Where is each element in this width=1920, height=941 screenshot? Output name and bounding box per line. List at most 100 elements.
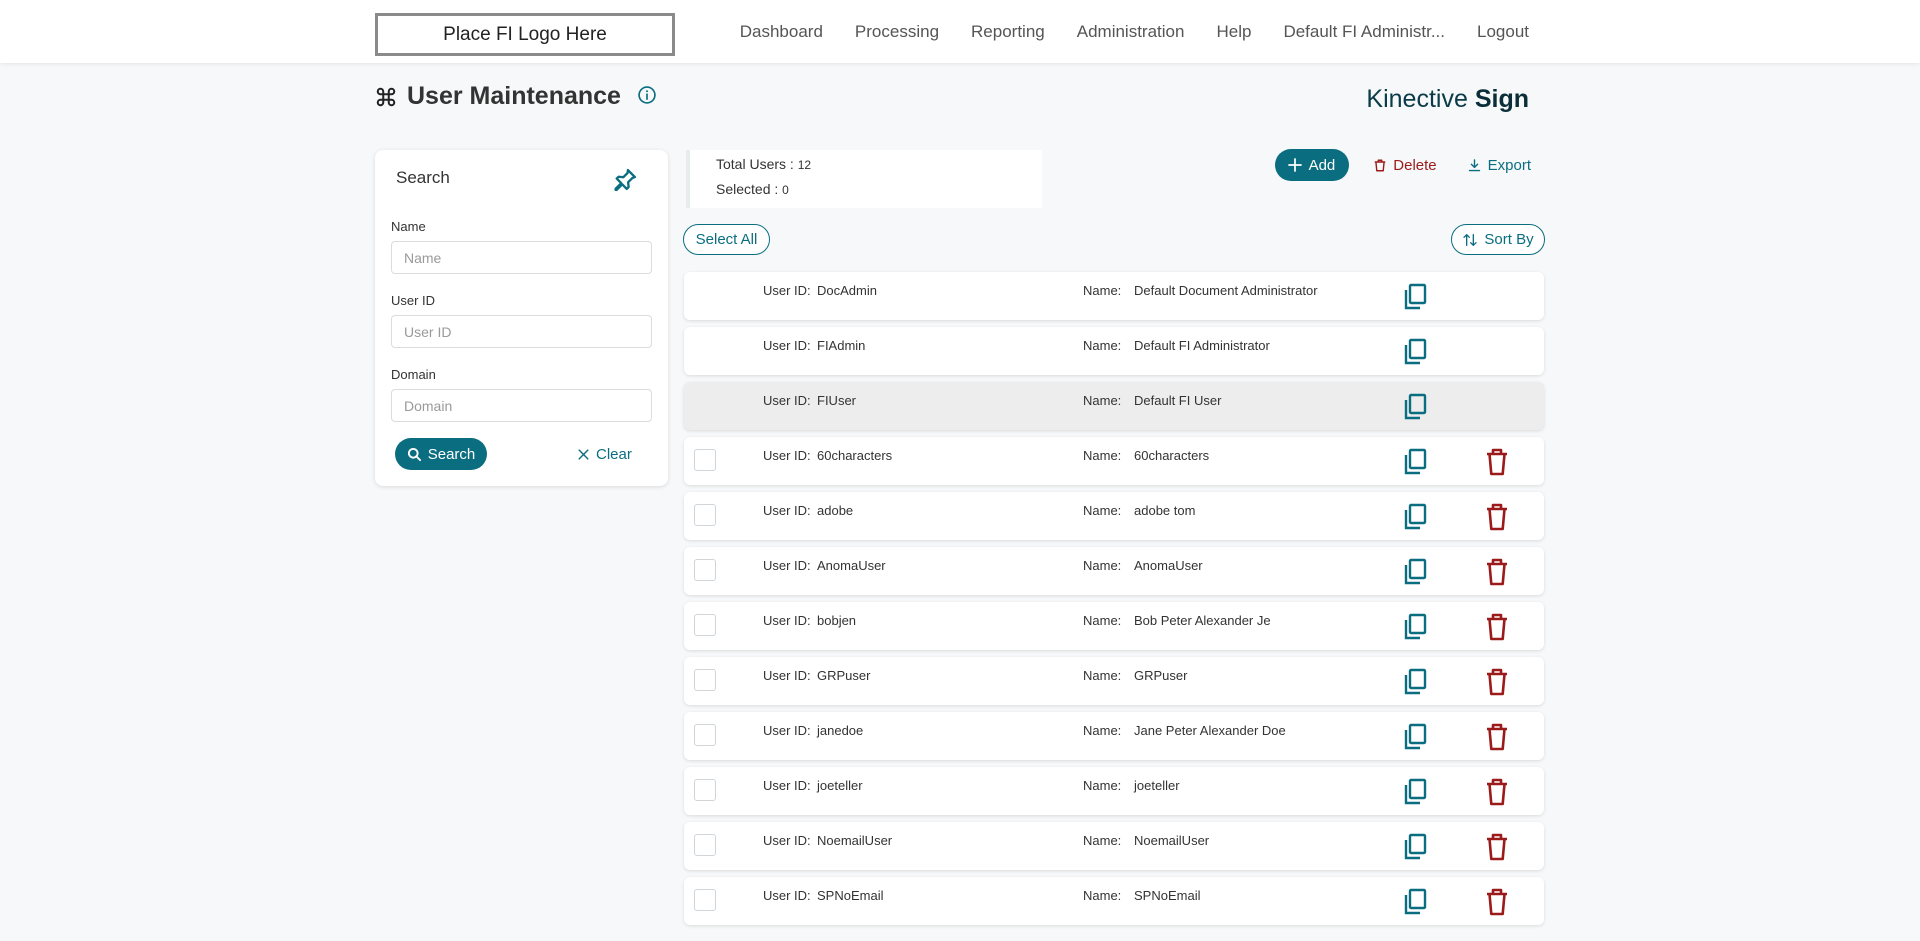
user-name-value: Bob Peter Alexander Je (1134, 613, 1271, 628)
user-name-value: joeteller (1134, 778, 1180, 793)
name-label: Name: (1083, 503, 1122, 518)
trash-icon[interactable] (1485, 668, 1509, 696)
user-row[interactable]: User ID: adobe Name: adobe tom (684, 492, 1544, 540)
copy-icon[interactable] (1402, 558, 1428, 586)
nav-user-menu[interactable]: Default FI Administr... (1283, 22, 1445, 42)
trash-icon[interactable] (1485, 723, 1509, 751)
domain-input[interactable] (391, 389, 652, 422)
page-header: User Maintenance (375, 82, 657, 111)
copy-icon[interactable] (1402, 888, 1428, 916)
name-input[interactable] (391, 241, 652, 274)
userid-label: User ID: (763, 668, 811, 683)
user-id-value: AnomaUser (817, 558, 886, 573)
copy-icon[interactable] (1402, 503, 1428, 531)
user-row[interactable]: User ID: janedoe Name: Jane Peter Alexan… (684, 712, 1544, 760)
row-checkbox[interactable] (694, 559, 716, 581)
user-name-value: GRPuser (1134, 668, 1188, 683)
user-row[interactable]: User ID: NoemailUser Name: NoemailUser (684, 822, 1544, 870)
user-row[interactable]: User ID: joeteller Name: joeteller (684, 767, 1544, 815)
userid-label: User ID: (763, 888, 811, 903)
name-label: Name: (1083, 888, 1122, 903)
user-row[interactable]: User ID: SPNoEmail Name: SPNoEmail (684, 877, 1544, 925)
trash-icon[interactable] (1485, 888, 1509, 916)
trash-icon[interactable] (1485, 558, 1509, 586)
trash-icon[interactable] (1485, 833, 1509, 861)
copy-icon[interactable] (1402, 448, 1428, 476)
copy-icon[interactable] (1402, 833, 1428, 861)
nav-administration[interactable]: Administration (1077, 22, 1185, 42)
row-checkbox[interactable] (694, 669, 716, 691)
trash-icon[interactable] (1485, 778, 1509, 806)
row-checkbox[interactable] (694, 834, 716, 856)
userid-label: User ID: (763, 833, 811, 848)
nav-help[interactable]: Help (1216, 22, 1251, 42)
user-name-value: AnomaUser (1134, 558, 1203, 573)
trash-icon[interactable] (1485, 613, 1509, 641)
user-name-value: Default FI User (1134, 393, 1222, 408)
userid-input[interactable] (391, 315, 652, 348)
fi-logo-placeholder[interactable]: Place FI Logo Here (375, 13, 675, 56)
user-name-value: 60characters (1134, 448, 1210, 463)
clear-button[interactable]: Clear (577, 438, 632, 470)
list-actions: Add Delete Export (1274, 149, 1537, 181)
copy-icon[interactable] (1402, 613, 1428, 641)
domain-label: Domain (391, 367, 436, 382)
close-icon (578, 448, 589, 460)
user-name-value: Default Document Administrator (1134, 283, 1318, 298)
user-row[interactable]: User ID: FIUser Name: Default FI User (684, 382, 1544, 430)
userid-label: User ID: (763, 613, 811, 628)
total-users: Total Users : 12 (716, 156, 812, 172)
userid-label: User ID: (763, 448, 811, 463)
row-checkbox[interactable] (694, 724, 716, 746)
copy-icon[interactable] (1402, 338, 1428, 366)
nav-dashboard[interactable]: Dashboard (740, 22, 823, 42)
user-row[interactable]: User ID: 60characters Name: 60characters (684, 437, 1544, 485)
select-all-button[interactable]: Select All (683, 224, 770, 255)
user-row[interactable]: User ID: bobjen Name: Bob Peter Alexande… (684, 602, 1544, 650)
trash-icon[interactable] (1485, 448, 1509, 476)
row-checkbox[interactable] (694, 779, 716, 801)
delete-button[interactable]: Delete (1367, 157, 1442, 174)
user-row[interactable]: User ID: FIAdmin Name: Default FI Admini… (684, 327, 1544, 375)
user-id-value: FIUser (817, 393, 856, 408)
name-label: Name: (1083, 668, 1122, 683)
copy-icon[interactable] (1402, 778, 1428, 806)
user-id-value: DocAdmin (817, 283, 877, 298)
search-panel: Search Name User ID Domain Search Clear (375, 150, 668, 486)
name-label: Name: (1083, 338, 1122, 353)
copy-icon[interactable] (1402, 283, 1428, 311)
copy-icon[interactable] (1402, 723, 1428, 751)
row-checkbox[interactable] (694, 614, 716, 636)
add-button[interactable]: Add (1274, 149, 1350, 181)
user-name-value: SPNoEmail (1134, 888, 1201, 903)
name-label: Name: (1083, 723, 1122, 738)
user-row[interactable]: User ID: DocAdmin Name: Default Document… (684, 272, 1544, 320)
search-button[interactable]: Search (395, 438, 487, 470)
info-icon[interactable] (637, 85, 657, 105)
copy-icon[interactable] (1402, 393, 1428, 421)
user-id-value: adobe (817, 503, 854, 518)
sort-icon (1463, 233, 1478, 246)
export-button[interactable]: Export (1461, 157, 1537, 174)
row-checkbox[interactable] (694, 504, 716, 526)
user-list: User ID: DocAdmin Name: Default Document… (684, 272, 1544, 932)
user-name-value: Jane Peter Alexander Doe (1134, 723, 1286, 738)
name-label: Name: (1083, 613, 1122, 628)
userid-label: User ID: (763, 558, 811, 573)
row-checkbox[interactable] (694, 449, 716, 471)
user-id-value: NoemailUser (817, 833, 893, 848)
nav-processing[interactable]: Processing (855, 22, 939, 42)
nav-reporting[interactable]: Reporting (971, 22, 1045, 42)
copy-icon[interactable] (1402, 668, 1428, 696)
trash-icon (1375, 159, 1386, 171)
sort-by-button[interactable]: Sort By (1451, 224, 1545, 255)
top-nav-bar: Place FI Logo Here Dashboard Processing … (0, 0, 1920, 63)
pin-icon[interactable] (611, 166, 639, 194)
nav-logout[interactable]: Logout (1477, 22, 1529, 42)
user-row[interactable]: User ID: AnomaUser Name: AnomaUser (684, 547, 1544, 595)
trash-icon[interactable] (1485, 503, 1509, 531)
user-row[interactable]: User ID: GRPuser Name: GRPuser (684, 657, 1544, 705)
userid-label: User ID: (763, 723, 811, 738)
row-checkbox[interactable] (694, 889, 716, 911)
download-icon (1468, 158, 1480, 171)
